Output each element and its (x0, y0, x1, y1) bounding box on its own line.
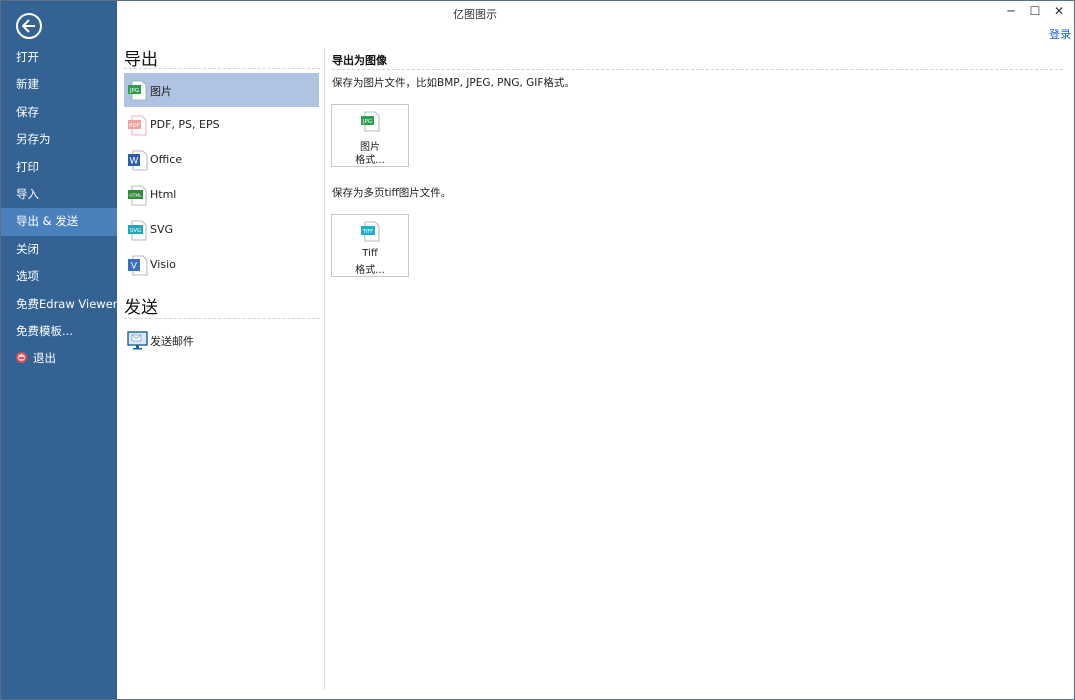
sidebar-item-exit[interactable]: 退出 (1, 345, 117, 372)
sidebar-item-close[interactable]: 关闭 (1, 236, 117, 263)
export-item-office[interactable]: W Office (124, 143, 319, 177)
svg-text:HTML: HTML (129, 193, 142, 199)
back-button[interactable] (16, 13, 42, 39)
tiff-file-icon: TIFF (361, 221, 380, 242)
close-button[interactable]: ✕ (1048, 2, 1070, 20)
export-item-label: Html (150, 188, 177, 201)
back-arrow-icon (22, 19, 35, 33)
sidebar-item-new[interactable]: 新建 (1, 71, 117, 98)
sidebar-item-save-as[interactable]: 另存为 (1, 126, 117, 153)
svg-text:TIFF: TIFF (362, 229, 373, 235)
panel-title: 导出为图像 (332, 54, 387, 67)
send-item-email[interactable]: 发送邮件 (124, 323, 319, 357)
sidebar-item-free-templates[interactable]: 免费模板... (1, 318, 117, 345)
visio-file-icon: V (128, 255, 148, 276)
minimize-button[interactable]: ─ (1000, 2, 1022, 20)
sidebar-item-print[interactable]: 打印 (1, 154, 117, 181)
image-format-button-sublabel: 格式... (355, 155, 385, 166)
image-format-description: 保存为图片文件，比如BMP, JPEG, PNG, GIF格式。 (332, 77, 575, 89)
jpg-file-icon: JPG (128, 80, 147, 101)
svg-text:PDF: PDF (129, 123, 140, 129)
panel-divider (332, 69, 1063, 70)
export-item-label: Office (150, 153, 183, 166)
sidebar-item-options[interactable]: 选项 (1, 263, 117, 290)
window-title: 亿图图示 (453, 8, 497, 21)
sidebar-item-export-send[interactable]: 导出 & 发送 (1, 208, 117, 236)
svg-text:W: W (130, 157, 139, 167)
sidebar-item-free-viewer[interactable]: 免费Edraw Viewer (1, 291, 118, 318)
tiff-format-button-sublabel: 格式... (355, 265, 385, 276)
export-item-html[interactable]: HTML Html (124, 178, 319, 212)
jpg-file-icon: JPG (361, 111, 380, 132)
export-item-pdf[interactable]: PDF PDF, PS, EPS (124, 108, 319, 142)
export-divider (124, 68, 320, 69)
word-file-icon: W (128, 150, 148, 171)
svg-text:SVG: SVG (130, 228, 142, 234)
send-item-label: 发送邮件 (150, 335, 194, 348)
svg-text:JPG: JPG (129, 88, 139, 94)
image-format-button[interactable]: JPG 图片 格式... (331, 104, 409, 167)
email-monitor-icon (127, 331, 148, 350)
export-item-image[interactable]: JPG 图片 (124, 73, 319, 107)
svg-text:V: V (131, 262, 138, 272)
export-item-visio[interactable]: V Visio (124, 248, 319, 282)
send-heading: 发送 (124, 298, 158, 318)
export-heading: 导出 (124, 50, 158, 70)
export-item-label: 图片 (150, 85, 172, 98)
backstage-sidebar: 打开 新建 保存 另存为 打印 导入 导出 & 发送 关闭 选项 免费Edraw… (1, 1, 118, 699)
tiff-format-button-label: Tiff (362, 248, 378, 259)
column-divider (324, 48, 325, 690)
sidebar-item-save[interactable]: 保存 (1, 99, 117, 126)
maximize-button[interactable]: ☐ (1024, 2, 1046, 20)
sidebar-item-import[interactable]: 导入 (1, 181, 117, 208)
tiff-format-button[interactable]: TIFF Tiff 格式... (331, 214, 409, 277)
sidebar-nav: 打开 新建 保存 另存为 打印 导入 导出 & 发送 关闭 选项 免费Edraw… (1, 44, 118, 373)
svg-file-icon: SVG (128, 220, 147, 241)
svg-text:JPG: JPG (362, 119, 372, 125)
export-item-label: PDF, PS, EPS (150, 118, 220, 131)
pdf-file-icon: PDF (128, 115, 147, 136)
login-link[interactable]: 登录 (1049, 26, 1071, 42)
exit-icon (16, 352, 27, 364)
html-file-icon: HTML (128, 185, 147, 206)
tiff-format-description: 保存为多页tiff图片文件。 (332, 187, 452, 199)
export-item-label: Visio (150, 258, 176, 271)
sidebar-item-open[interactable]: 打开 (1, 44, 117, 71)
send-divider (124, 318, 320, 319)
export-item-label: SVG (150, 223, 174, 236)
export-item-svg[interactable]: SVG SVG (124, 213, 319, 247)
